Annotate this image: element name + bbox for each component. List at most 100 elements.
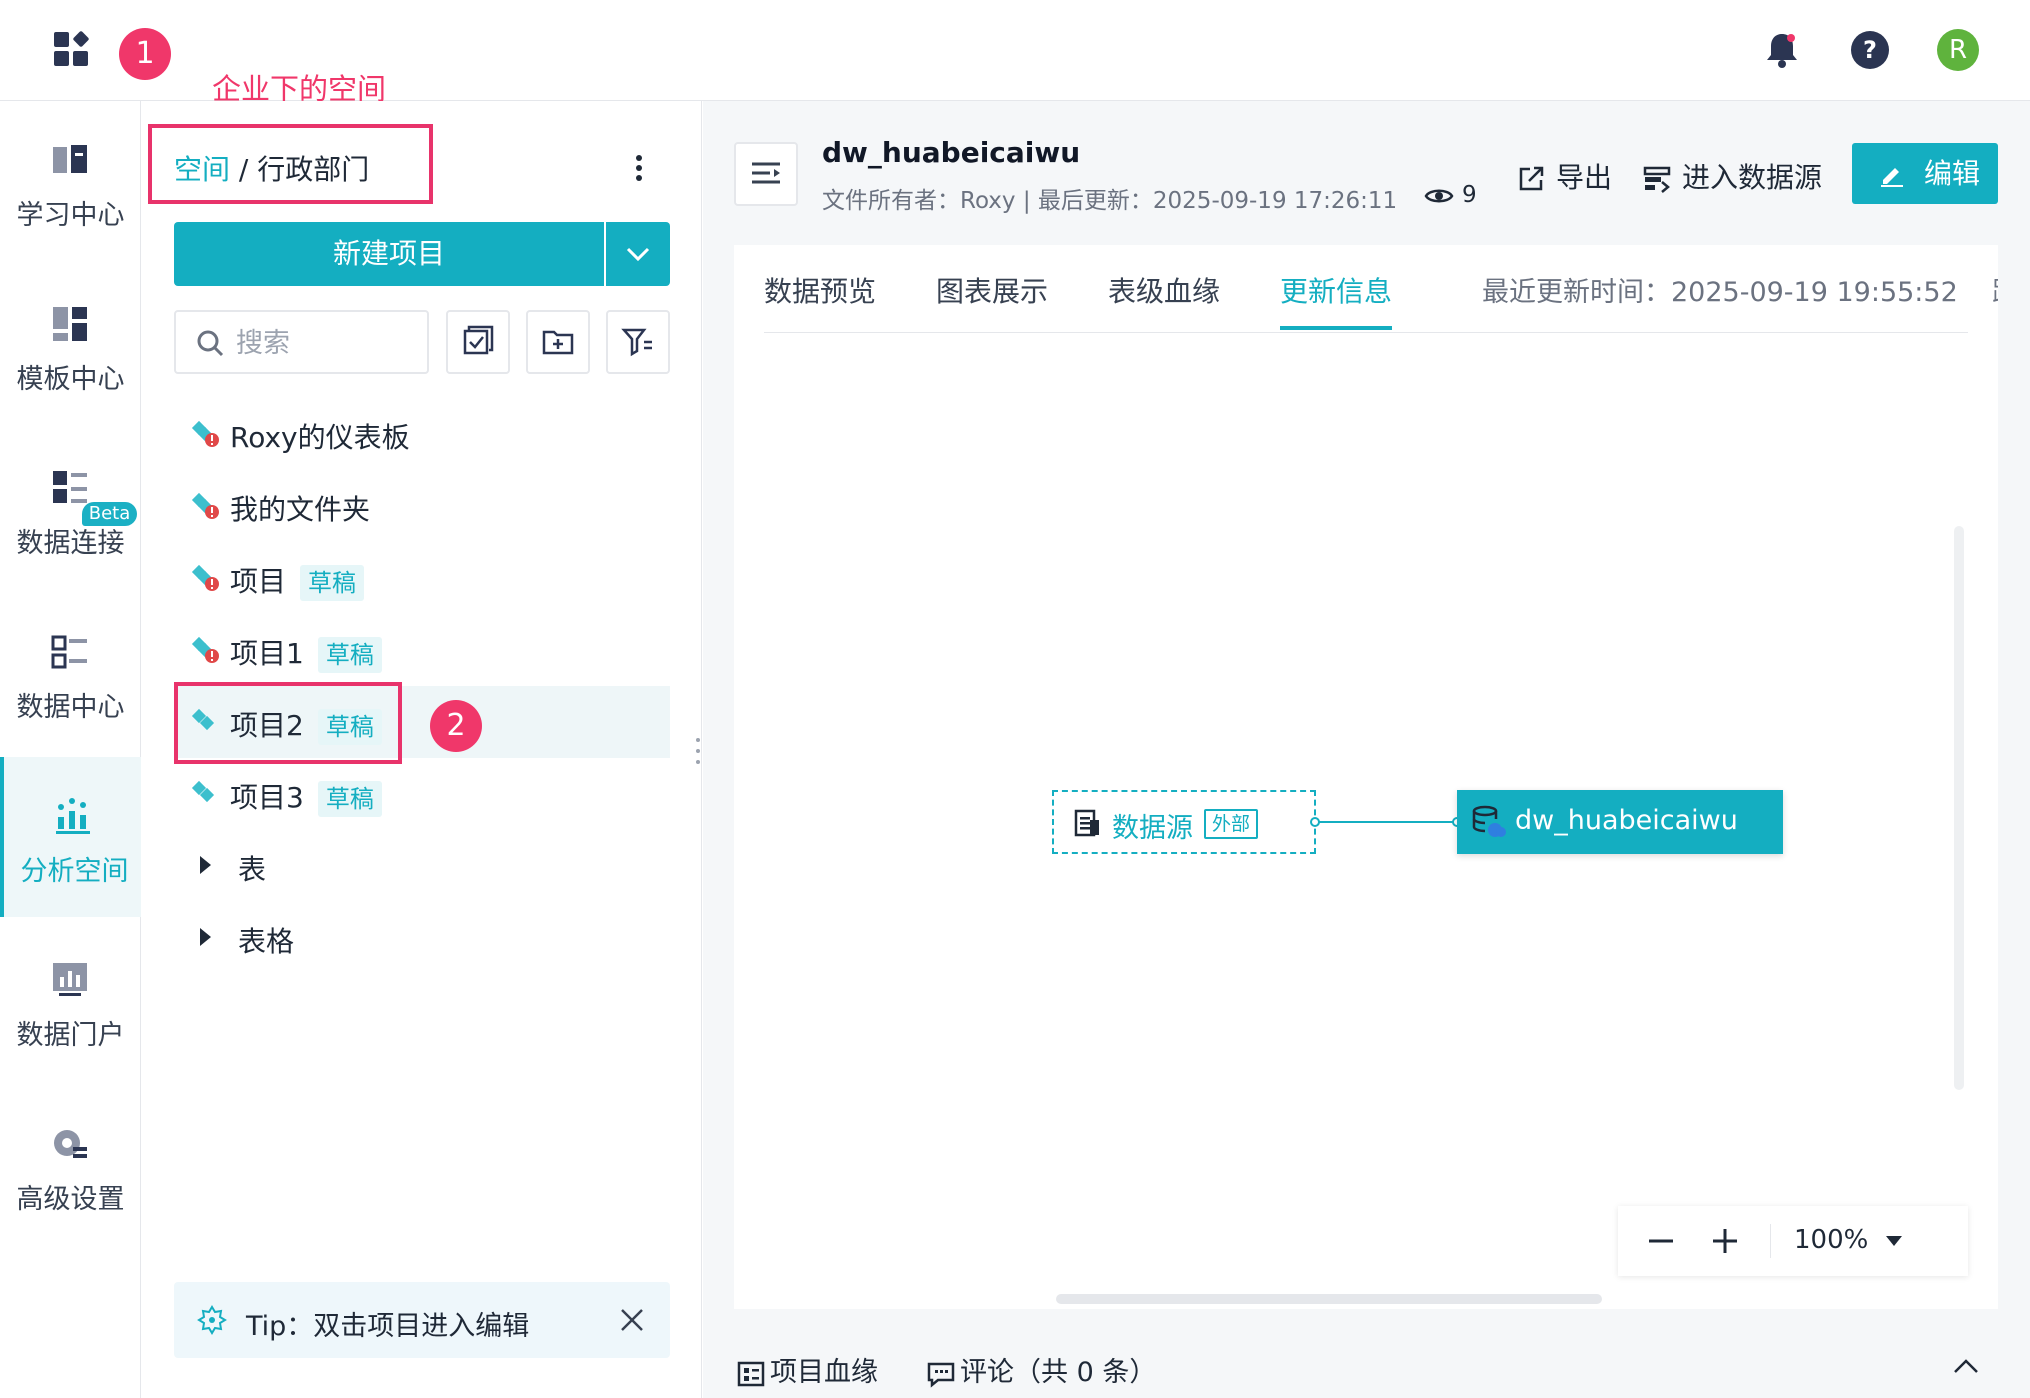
tree-folder-sheet[interactable]: 表格	[174, 902, 670, 974]
data-center-icon	[51, 635, 87, 669]
more-options-icon[interactable]	[627, 150, 651, 186]
breadcrumb-root-link[interactable]: 空间	[174, 153, 230, 186]
lineage-port-out	[1310, 817, 1320, 827]
tree-folder-table[interactable]: 表	[174, 830, 670, 902]
nav-template-center[interactable]: 模板中心	[0, 265, 141, 425]
tree-item-label: 项目1 草稿	[230, 632, 382, 673]
toggle-outline-button[interactable]	[734, 142, 798, 206]
external-tag: 外部	[1204, 809, 1259, 839]
datasource-node-label: 数据源	[1112, 813, 1193, 844]
lineage-node-table[interactable]: dw_huabeicaiwu	[1457, 790, 1783, 854]
export-icon	[1519, 166, 1544, 191]
chevron-up-icon[interactable]	[1952, 1356, 1980, 1376]
tree-item-roxy-dashboard[interactable]: Roxy的仪表板	[174, 398, 670, 470]
tree-folder-label: 表	[238, 853, 267, 886]
comment-icon	[927, 1362, 955, 1388]
tab-project-lineage[interactable]: 项目血缘	[736, 1350, 878, 1389]
enter-datasource-label: 进入数据源	[1682, 161, 1823, 194]
tab-label: 评论（共 0 条）	[960, 1357, 1157, 1388]
document-title: dw_huabeicaiwu	[822, 136, 1081, 169]
filter-icon	[621, 328, 652, 357]
search-input[interactable]	[236, 324, 416, 362]
nav-label: 数据中心	[16, 692, 125, 723]
tree-item-my-folder[interactable]: 我的文件夹	[174, 470, 670, 542]
zoom-in-icon[interactable]	[1710, 1226, 1740, 1256]
annotation-marker-1: 1	[119, 28, 171, 80]
lineage-edge	[1316, 821, 1458, 823]
new-project-button[interactable]: 新建项目	[174, 222, 604, 286]
view-count-value: 9	[1462, 182, 1477, 208]
recent-update-overflow: 路	[1992, 277, 1998, 308]
recent-update-time: 最近更新时间：2025-09-19 19:55:52 路	[1482, 270, 1998, 309]
active-tab-underline	[1280, 326, 1392, 330]
content-card	[734, 245, 1998, 1309]
pencil-icon	[1881, 168, 1903, 187]
chevron-down-icon	[626, 247, 650, 262]
search-box[interactable]	[174, 310, 429, 374]
tab-chart-display[interactable]: 图表展示	[936, 270, 1048, 310]
project-warning-icon	[191, 420, 219, 447]
new-folder-button[interactable]	[526, 310, 590, 374]
tree-item-text: 项目3	[230, 781, 304, 814]
enter-datasource-button[interactable]: 进入数据源	[1642, 156, 1822, 196]
zoom-out-icon[interactable]	[1646, 1226, 1676, 1256]
nav-data-center[interactable]: 数据中心	[0, 593, 141, 753]
tree-folder-label: 表格	[238, 925, 295, 958]
edit-label: 编辑	[1924, 157, 1981, 190]
table-node-label: dw_huabeicaiwu	[1515, 805, 1738, 836]
breadcrumb: 空间 / 行政部门	[174, 148, 369, 188]
nav-label: 学习中心	[16, 200, 125, 231]
new-project-dropdown-button[interactable]	[606, 222, 670, 286]
nav-label: 高级设置	[16, 1184, 125, 1215]
nav-data-portal[interactable]: 数据门户	[0, 921, 141, 1081]
nav-label: 数据门户	[16, 1020, 125, 1051]
tip-banner: Tip：双击项目进入编辑	[174, 1282, 670, 1358]
nav-label: 模板中心	[16, 364, 125, 395]
view-count: 9	[1424, 182, 1477, 208]
nav-learning-center[interactable]: 学习中心	[0, 101, 141, 261]
caret-right-icon[interactable]	[200, 928, 211, 946]
tree-item-label: 项目 草稿	[230, 560, 365, 601]
settings-gear-icon	[54, 1130, 87, 1158]
user-avatar[interactable]: R	[1937, 29, 1979, 71]
batch-select-button[interactable]	[446, 310, 510, 374]
tree-item-project-3[interactable]: 项目3 草稿	[174, 758, 670, 830]
vertical-scrollbar[interactable]	[1954, 526, 1964, 1090]
portal-icon	[53, 963, 87, 996]
tree-item-project-1[interactable]: 项目1 草稿	[174, 614, 670, 686]
draft-tag: 草稿	[317, 781, 382, 817]
lineage-node-datasource[interactable]: 数据源 外部	[1052, 790, 1316, 854]
project-warning-icon	[191, 492, 219, 519]
tab-data-preview[interactable]: 数据预览	[764, 270, 876, 310]
draft-tag: 草稿	[317, 637, 382, 673]
annotation-marker-2: 2	[430, 700, 482, 752]
beta-badge: Beta	[82, 502, 137, 526]
export-button[interactable]: 导出	[1516, 156, 1612, 196]
tab-update-info[interactable]: 更新信息	[1280, 270, 1392, 310]
tree-item-project[interactable]: 项目 草稿	[174, 542, 670, 614]
bell-icon[interactable]	[1760, 28, 1804, 72]
horizontal-scrollbar[interactable]	[1056, 1294, 1602, 1304]
close-icon[interactable]	[616, 1304, 648, 1336]
tab-table-lineage[interactable]: 表级血缘	[1108, 270, 1220, 310]
tree-item-label: 我的文件夹	[230, 493, 371, 526]
tab-divider	[764, 332, 1968, 333]
caret-right-icon[interactable]	[200, 856, 211, 874]
annotation-box-selected-item	[174, 682, 402, 764]
data-connection-icon	[53, 471, 87, 503]
datasource-icon	[1643, 166, 1671, 193]
edit-button[interactable]: 编辑	[1852, 143, 1998, 204]
tree-item-label: 项目3 草稿	[230, 776, 382, 817]
lineage-tree-icon	[737, 1361, 765, 1386]
help-icon[interactable]: ?	[1848, 28, 1892, 72]
sparkle-badge-icon	[197, 1305, 227, 1335]
analysis-icon	[56, 798, 90, 834]
breadcrumb-separator: /	[230, 153, 258, 186]
zoom-level[interactable]: 100%	[1794, 1225, 1868, 1255]
tab-comments[interactable]: 评论（共 0 条）	[926, 1350, 1156, 1389]
nav-analysis-space[interactable]: 分析空间	[0, 757, 141, 917]
nav-advanced-settings[interactable]: 高级设置	[0, 1085, 141, 1245]
zoom-dropdown-icon[interactable]	[1886, 1236, 1902, 1246]
apps-grid-icon[interactable]	[52, 30, 92, 70]
filter-button[interactable]	[606, 310, 670, 374]
